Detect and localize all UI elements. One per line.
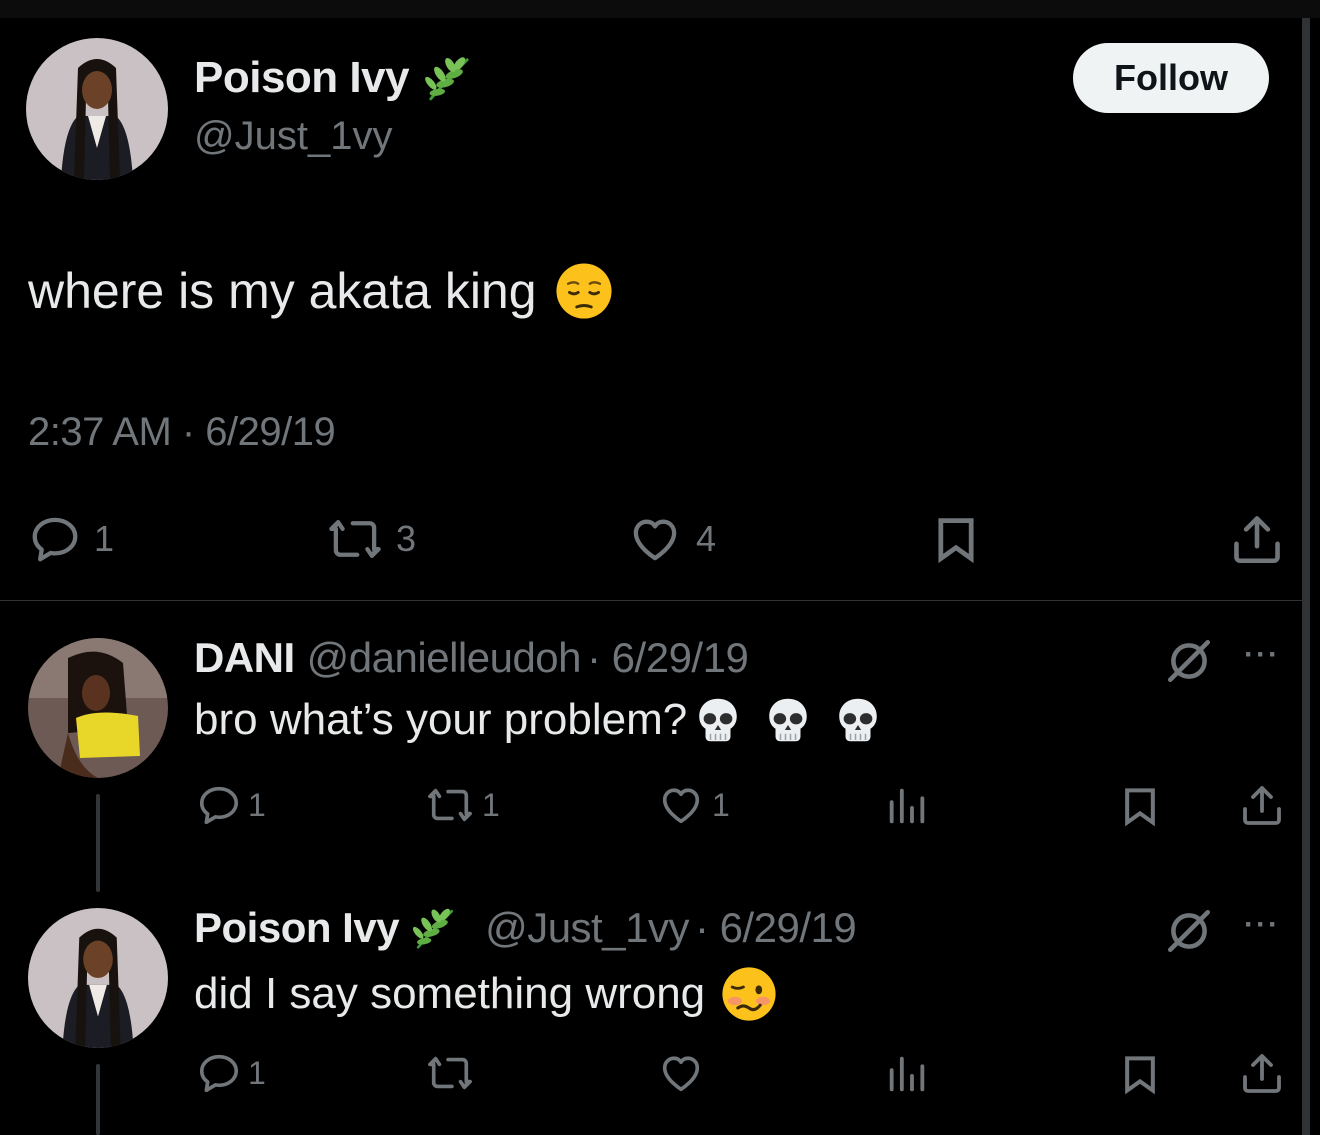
- display-name-text: Poison Ivy: [194, 904, 400, 951]
- tweet-body: where is my akata king: [28, 263, 537, 319]
- bookmark-button[interactable]: [1118, 780, 1162, 832]
- like-count: 1: [712, 786, 730, 823]
- thread-line: [96, 794, 100, 892]
- follow-button[interactable]: Follow: [1073, 43, 1269, 113]
- bookmark-icon: [1118, 780, 1162, 832]
- repost-button[interactable]: 3: [326, 512, 416, 566]
- scrollbar[interactable]: [1302, 18, 1310, 1135]
- views-icon: [884, 782, 930, 830]
- avatar[interactable]: [28, 638, 168, 778]
- herb-icon: [411, 904, 459, 952]
- reply-button[interactable]: 1: [196, 1050, 266, 1096]
- skull-emoji: [693, 694, 743, 746]
- share-icon: [1238, 780, 1286, 830]
- grok-icon[interactable]: [1164, 636, 1214, 686]
- reply-icon: [196, 1050, 242, 1096]
- views-button[interactable]: [884, 1050, 930, 1098]
- user-handle[interactable]: @Just_1vy: [485, 904, 689, 952]
- display-name-text: Poison Ivy: [194, 53, 410, 102]
- reply-text: did I say something wrong: [194, 966, 777, 1022]
- like-icon: [656, 782, 706, 828]
- repost-icon: [424, 782, 476, 828]
- views-button[interactable]: [884, 782, 930, 830]
- divider: [0, 600, 1302, 601]
- bookmark-button[interactable]: [930, 510, 982, 568]
- views-icon: [884, 1050, 930, 1098]
- reply-count: 1: [248, 1054, 266, 1091]
- herb-icon: [423, 52, 475, 104]
- thread-line: [96, 1064, 100, 1135]
- user-handle[interactable]: @Just_1vy: [194, 114, 392, 159]
- tweet-text: where is my akata king: [28, 262, 613, 320]
- avatar[interactable]: [28, 908, 168, 1048]
- repost-button[interactable]: [424, 1050, 476, 1096]
- display-name[interactable]: Poison Ivy: [194, 904, 459, 952]
- like-button[interactable]: 1: [656, 782, 730, 828]
- like-count: 4: [696, 518, 717, 559]
- bookmark-icon: [930, 510, 982, 568]
- share-button[interactable]: [1228, 510, 1286, 568]
- repost-icon: [424, 1050, 476, 1096]
- like-icon: [626, 512, 684, 566]
- repost-count: 3: [396, 518, 417, 559]
- more-icon[interactable]: ···: [1244, 908, 1280, 942]
- user-handle[interactable]: @danielleudoh: [307, 634, 582, 682]
- more-icon[interactable]: ···: [1244, 638, 1280, 672]
- reply-date[interactable]: · 6/29/19: [695, 904, 857, 952]
- repost-button[interactable]: 1: [424, 782, 500, 828]
- reply-date[interactable]: · 6/29/19: [587, 634, 749, 682]
- reply-header: Poison Ivy @Just_1vy · 6/29/19: [194, 904, 857, 952]
- reply-icon: [196, 782, 242, 828]
- skull-emoji: [763, 694, 813, 746]
- repost-icon: [326, 512, 384, 566]
- share-button[interactable]: [1238, 1048, 1286, 1098]
- reply-text: bro what’s your problem?: [194, 694, 883, 746]
- woozy-emoji: [721, 966, 777, 1022]
- grok-icon[interactable]: [1164, 906, 1214, 956]
- reply-count: 1: [94, 518, 115, 559]
- like-button[interactable]: 4: [626, 512, 716, 566]
- skull-emoji: [833, 694, 883, 746]
- avatar[interactable]: [26, 38, 168, 180]
- reply-body: bro what’s your problem?: [194, 695, 688, 744]
- like-button[interactable]: [656, 1050, 706, 1096]
- bookmark-button[interactable]: [1118, 1048, 1162, 1100]
- share-icon: [1238, 1048, 1286, 1098]
- share-icon: [1228, 510, 1286, 568]
- display-name[interactable]: Poison Ivy: [194, 52, 475, 104]
- like-icon: [656, 1050, 706, 1096]
- pensive-emoji: [555, 262, 613, 320]
- bookmark-icon: [1118, 1048, 1162, 1100]
- repost-count: 1: [482, 786, 500, 823]
- share-button[interactable]: [1238, 780, 1286, 830]
- tweet-timestamp[interactable]: 2:37 AM · 6/29/19: [28, 410, 336, 455]
- reply-button[interactable]: 1: [196, 782, 266, 828]
- reply-count: 1: [248, 786, 266, 823]
- reply-button[interactable]: 1: [28, 512, 114, 566]
- top-status-strip: [0, 0, 1320, 18]
- emoji-group: [693, 694, 883, 746]
- reply-header: DANI @danielleudoh · 6/29/19: [194, 634, 749, 682]
- reply-icon: [28, 512, 82, 566]
- display-name[interactable]: DANI: [194, 634, 295, 682]
- reply-body: did I say something wrong: [194, 969, 706, 1018]
